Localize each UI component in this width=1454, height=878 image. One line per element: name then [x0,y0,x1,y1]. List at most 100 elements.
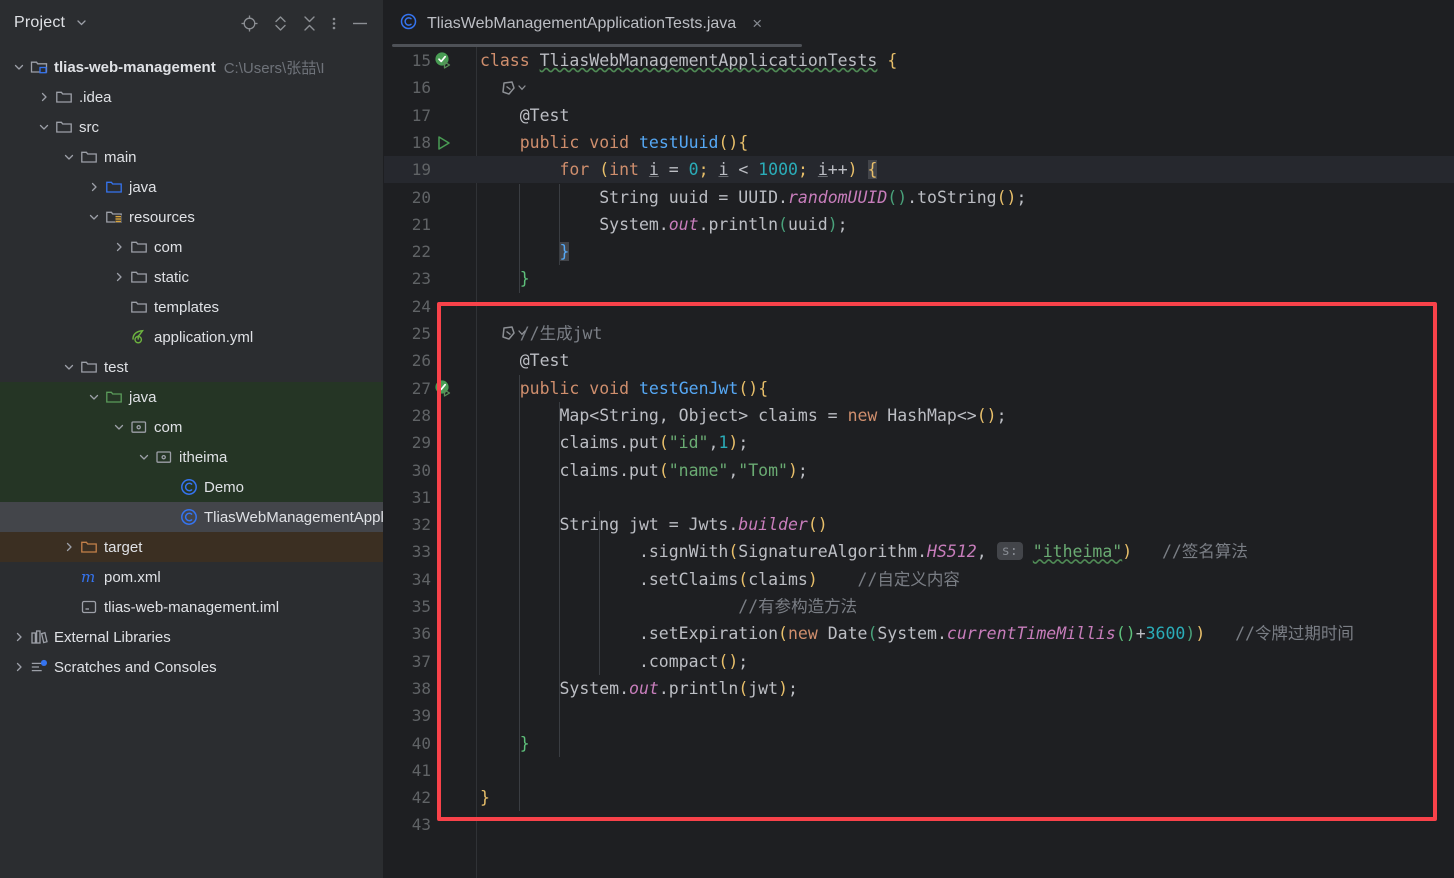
code-line-25[interactable]: 25 //生成jwt [384,320,1454,347]
line-number: 15 [384,47,431,74]
code-line-text: //生成jwt [480,320,602,347]
code-line-35[interactable]: 35 //有参构造方法 [384,593,1454,620]
chevron-right-icon[interactable] [87,180,101,194]
tree-item-pom-xml[interactable]: mpom.xml [0,562,383,592]
code-line-37[interactable]: 37 .compact(); [384,648,1454,675]
tree-item-src[interactable]: src [0,112,383,142]
libraries-icon [30,628,48,646]
code-line-38[interactable]: 38 System.out.println(jwt); [384,675,1454,702]
chevron-down-icon[interactable] [12,60,26,74]
chevron-down-icon[interactable] [75,16,88,32]
line-number: 30 [384,457,431,484]
tree-item--idea[interactable]: .idea [0,82,383,112]
line-number: 21 [384,211,431,238]
folder-source-icon [105,178,123,196]
code-line-17[interactable]: 17 @Test [384,102,1454,129]
project-panel-title: Project [14,14,65,32]
code-line-15[interactable]: 15class TliasWebManagementApplicationTes… [384,47,1454,74]
code-line-30[interactable]: 30 claims.put("name","Tom"); [384,457,1454,484]
locate-in-tree-icon[interactable] [240,14,259,33]
tree-item-test[interactable]: test [0,352,383,382]
chevron-down-icon[interactable] [137,450,151,464]
code-line-text: } [480,238,569,265]
code-line-28[interactable]: 28 Map<String, Object> claims = new Hash… [384,402,1454,429]
code-line-23[interactable]: 23 } [384,265,1454,292]
tree-item-tlias-web-management[interactable]: tlias-web-managementC:\Users\张喆\I [0,52,383,82]
tree-item-demo[interactable]: Demo [0,472,383,502]
chevron-right-icon[interactable] [112,270,126,284]
chevron-right-icon[interactable] [12,660,26,674]
tree-item-com[interactable]: com [0,412,383,442]
editor-tab-active[interactable]: TliasWebManagementApplicationTests.java … [384,0,774,47]
tree-item-java[interactable]: java [0,382,383,412]
hide-panel-icon[interactable] [351,14,369,33]
tree-item-label: com [154,239,182,256]
line-number: 18 [384,129,431,156]
code-line-43[interactable]: 43 [384,811,1454,838]
line-number: 33 [384,538,431,565]
tree-item-static[interactable]: static [0,262,383,292]
tree-item-itheima[interactable]: itheima [0,442,383,472]
expand-collapse-icon[interactable] [273,14,288,33]
close-icon[interactable]: × [752,15,762,32]
code-editor[interactable]: 15class TliasWebManagementApplicationTes… [384,47,1454,878]
junit-gutter-icon[interactable] [500,325,530,347]
folder-icon [80,358,98,376]
tree-item-application-yml[interactable]: application.yml [0,322,383,352]
line-number: 20 [384,184,431,211]
more-options-icon[interactable] [331,14,337,33]
tree-item-tliaswebmanagementapplicationtests[interactable]: TliasWebManagementApplicationTests [0,502,383,532]
code-line-41[interactable]: 41 [384,757,1454,784]
chevron-down-icon[interactable] [62,150,76,164]
code-line-26[interactable]: 26 @Test [384,347,1454,374]
chevron-down-icon[interactable] [62,360,76,374]
code-line-20[interactable]: 20 String uuid = UUID.randomUUID().toStr… [384,184,1454,211]
folder-resource-icon [105,208,123,226]
tree-item-resources[interactable]: resources [0,202,383,232]
code-line-31[interactable]: 31 [384,484,1454,511]
code-line-text: public void testGenJwt(){ [480,375,768,402]
tree-item-templates[interactable]: templates [0,292,383,322]
line-number: 40 [384,730,431,757]
code-line-34[interactable]: 34 .setClaims(claims) //自定义内容 [384,566,1454,593]
code-line-42[interactable]: 42} [384,784,1454,811]
tree-item-java[interactable]: java [0,172,383,202]
chevron-down-icon[interactable] [87,210,101,224]
run-method-icon[interactable] [434,133,454,153]
chevron-right-icon[interactable] [112,240,126,254]
tree-item-scratches-and-consoles[interactable]: Scratches and Consoles [0,652,383,682]
chevron-down-icon[interactable] [112,420,126,434]
tree-item-target[interactable]: target [0,532,383,562]
project-tree[interactable]: tlias-web-managementC:\Users\张喆\I.ideasr… [0,46,383,682]
code-line-22[interactable]: 22 } [384,238,1454,265]
code-line-36[interactable]: 36 .setExpiration(new Date(System.curren… [384,620,1454,647]
code-line-21[interactable]: 21 System.out.println(uuid); [384,211,1454,238]
code-line-19[interactable]: 19 for (int i = 0; i < 1000; i++) { [384,156,1454,183]
code-line-32[interactable]: 32 String jwt = Jwts.builder() [384,511,1454,538]
run-method-success-icon[interactable] [434,379,454,399]
code-line-33[interactable]: 33 .signWith(SignatureAlgorithm.HS512, s… [384,538,1454,565]
tree-item-label: templates [154,299,219,316]
code-line-24[interactable]: 24 [384,293,1454,320]
run-class-success-icon[interactable] [434,51,454,71]
tree-item-com[interactable]: com [0,232,383,262]
code-line-27[interactable]: 27 public void testGenJwt(){ [384,375,1454,402]
code-line-16[interactable]: 16 [384,74,1454,101]
tree-item-main[interactable]: main [0,142,383,172]
chevron-down-icon[interactable] [87,390,101,404]
chevron-down-icon[interactable] [37,120,51,134]
chevron-right-icon[interactable] [12,630,26,644]
collapse-all-icon[interactable] [302,14,317,33]
code-line-18[interactable]: 18 public void testUuid(){ [384,129,1454,156]
chevron-right-icon[interactable] [37,90,51,104]
code-line-29[interactable]: 29 claims.put("id",1); [384,429,1454,456]
junit-gutter-icon[interactable] [500,80,530,102]
tree-item-external-libraries[interactable]: External Libraries [0,622,383,652]
tree-item-label: tlias-web-management.iml [104,599,279,616]
chevron-right-icon[interactable] [62,540,76,554]
code-line-39[interactable]: 39 [384,702,1454,729]
tree-item-tlias-web-management-iml[interactable]: tlias-web-management.iml [0,592,383,622]
line-number: 42 [384,784,431,811]
tree-item-label: java [129,179,157,196]
code-line-40[interactable]: 40 } [384,730,1454,757]
